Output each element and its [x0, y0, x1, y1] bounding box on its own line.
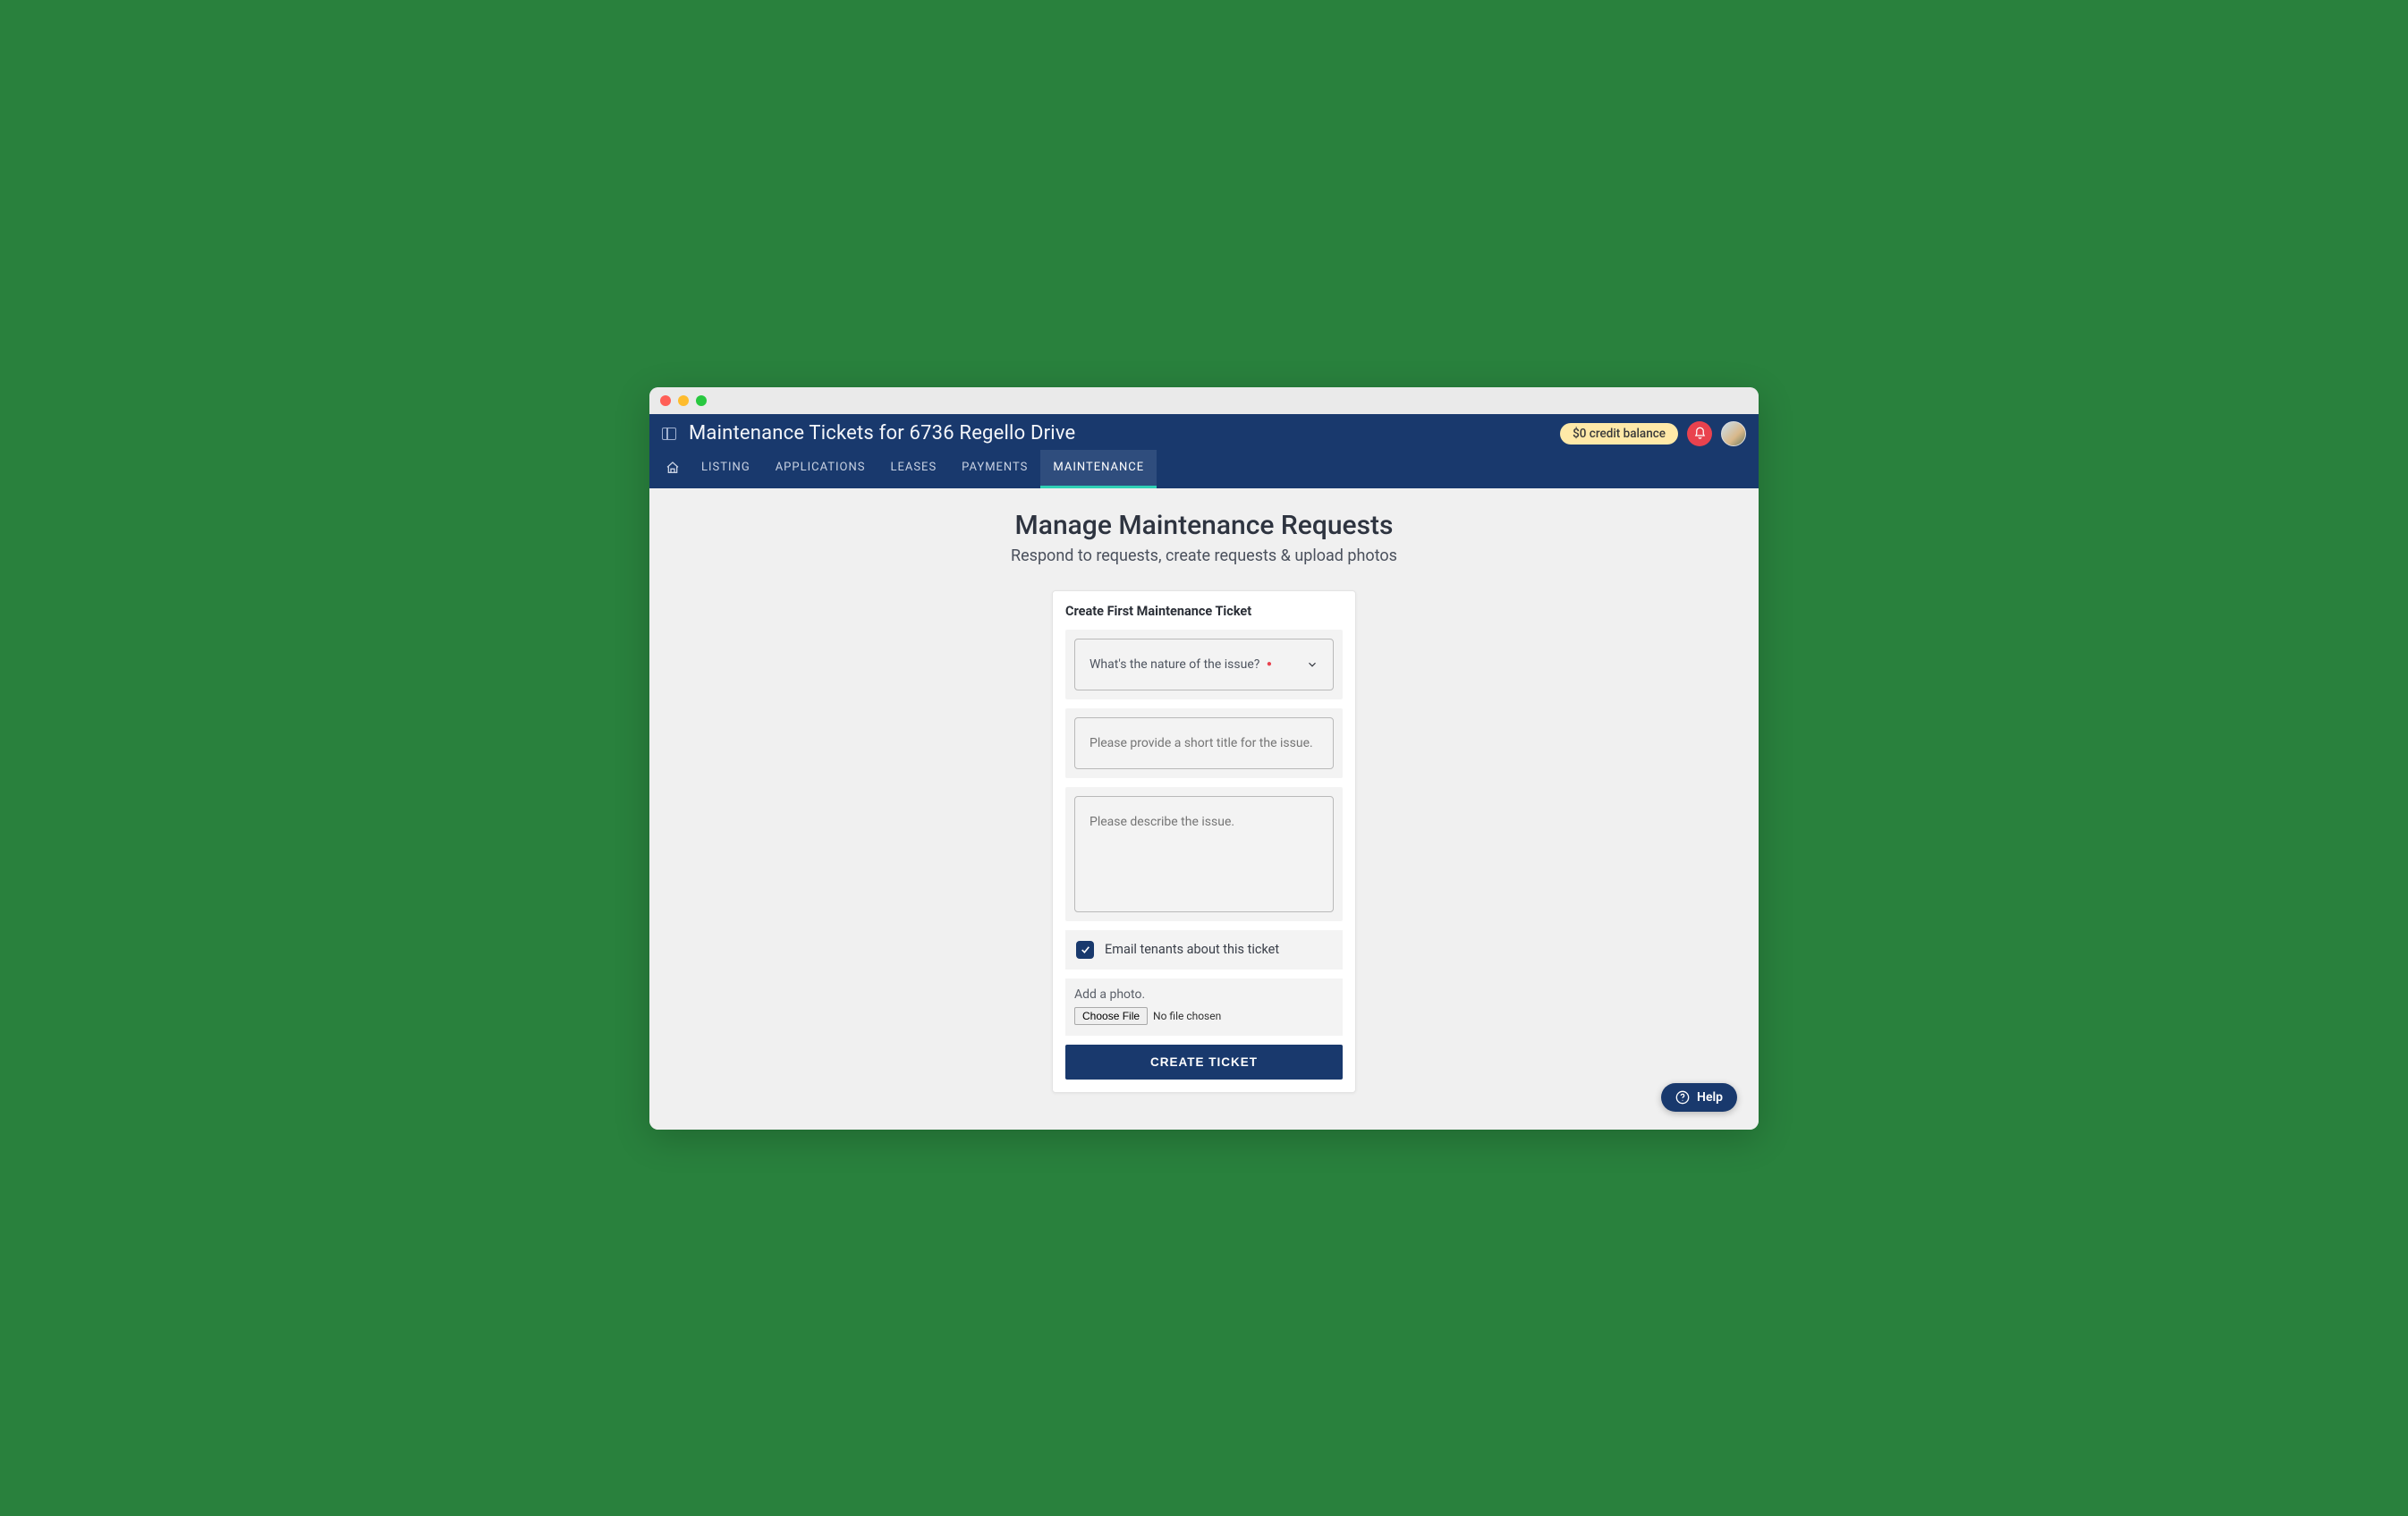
window-close-button[interactable] — [660, 395, 671, 406]
issue-nature-placeholder: What's the nature of the issue? — [1090, 657, 1259, 672]
home-icon — [666, 461, 680, 475]
tab-leases[interactable]: LEASES — [878, 450, 949, 488]
page-title: Maintenance Tickets for 6736 Regello Dri… — [689, 422, 1547, 445]
issue-title-field[interactable] — [1090, 736, 1318, 750]
card-title: Create First Maintenance Ticket — [1065, 604, 1343, 619]
tab-applications[interactable]: APPLICATIONS — [763, 450, 878, 488]
help-button[interactable]: Help — [1661, 1083, 1737, 1112]
email-tenants-row: Email tenants about this ticket — [1065, 930, 1343, 970]
avatar[interactable] — [1721, 421, 1746, 446]
help-icon — [1675, 1090, 1690, 1105]
create-ticket-card: Create First Maintenance Ticket What's t… — [1052, 590, 1356, 1093]
sub-heading: Respond to requests, create requests & u… — [649, 546, 1759, 565]
issue-title-input[interactable] — [1074, 717, 1334, 769]
email-tenants-checkbox[interactable] — [1076, 941, 1094, 959]
nav-tabs: LISTING APPLICATIONS LEASES PAYMENTS MAI… — [649, 450, 1759, 488]
file-status-label: No file chosen — [1153, 1010, 1221, 1022]
choose-file-button[interactable]: Choose File — [1074, 1007, 1148, 1025]
window-minimize-button[interactable] — [678, 395, 689, 406]
content-area: Manage Maintenance Requests Respond to r… — [649, 488, 1759, 1130]
chevron-down-icon — [1306, 658, 1318, 671]
credit-balance-pill[interactable]: $0 credit balance — [1560, 423, 1678, 445]
window-zoom-button[interactable] — [696, 395, 707, 406]
required-indicator: ● — [1267, 659, 1272, 669]
bell-icon — [1693, 427, 1707, 440]
issue-description-input[interactable] — [1074, 796, 1334, 912]
main-heading: Manage Maintenance Requests — [649, 510, 1759, 541]
issue-nature-select[interactable]: What's the nature of the issue? ● — [1074, 639, 1334, 690]
app-window: Maintenance Tickets for 6736 Regello Dri… — [649, 387, 1759, 1130]
email-tenants-label: Email tenants about this ticket — [1105, 942, 1279, 957]
issue-description-field[interactable] — [1090, 815, 1318, 886]
add-photo-block: Add a photo. Choose File No file chosen — [1065, 978, 1343, 1036]
tab-payments[interactable]: PAYMENTS — [949, 450, 1040, 488]
tab-maintenance[interactable]: MAINTENANCE — [1040, 450, 1157, 488]
sidebar-toggle-icon[interactable] — [662, 428, 676, 440]
titlebar — [649, 387, 1759, 414]
tab-listing[interactable]: LISTING — [689, 450, 763, 488]
help-label: Help — [1697, 1090, 1723, 1105]
create-ticket-button[interactable]: CREATE TICKET — [1065, 1045, 1343, 1080]
app-header: Maintenance Tickets for 6736 Regello Dri… — [649, 414, 1759, 488]
notifications-button[interactable] — [1687, 421, 1712, 446]
add-photo-label: Add a photo. — [1074, 987, 1334, 1002]
check-icon — [1080, 944, 1091, 955]
tab-home[interactable] — [657, 450, 689, 488]
